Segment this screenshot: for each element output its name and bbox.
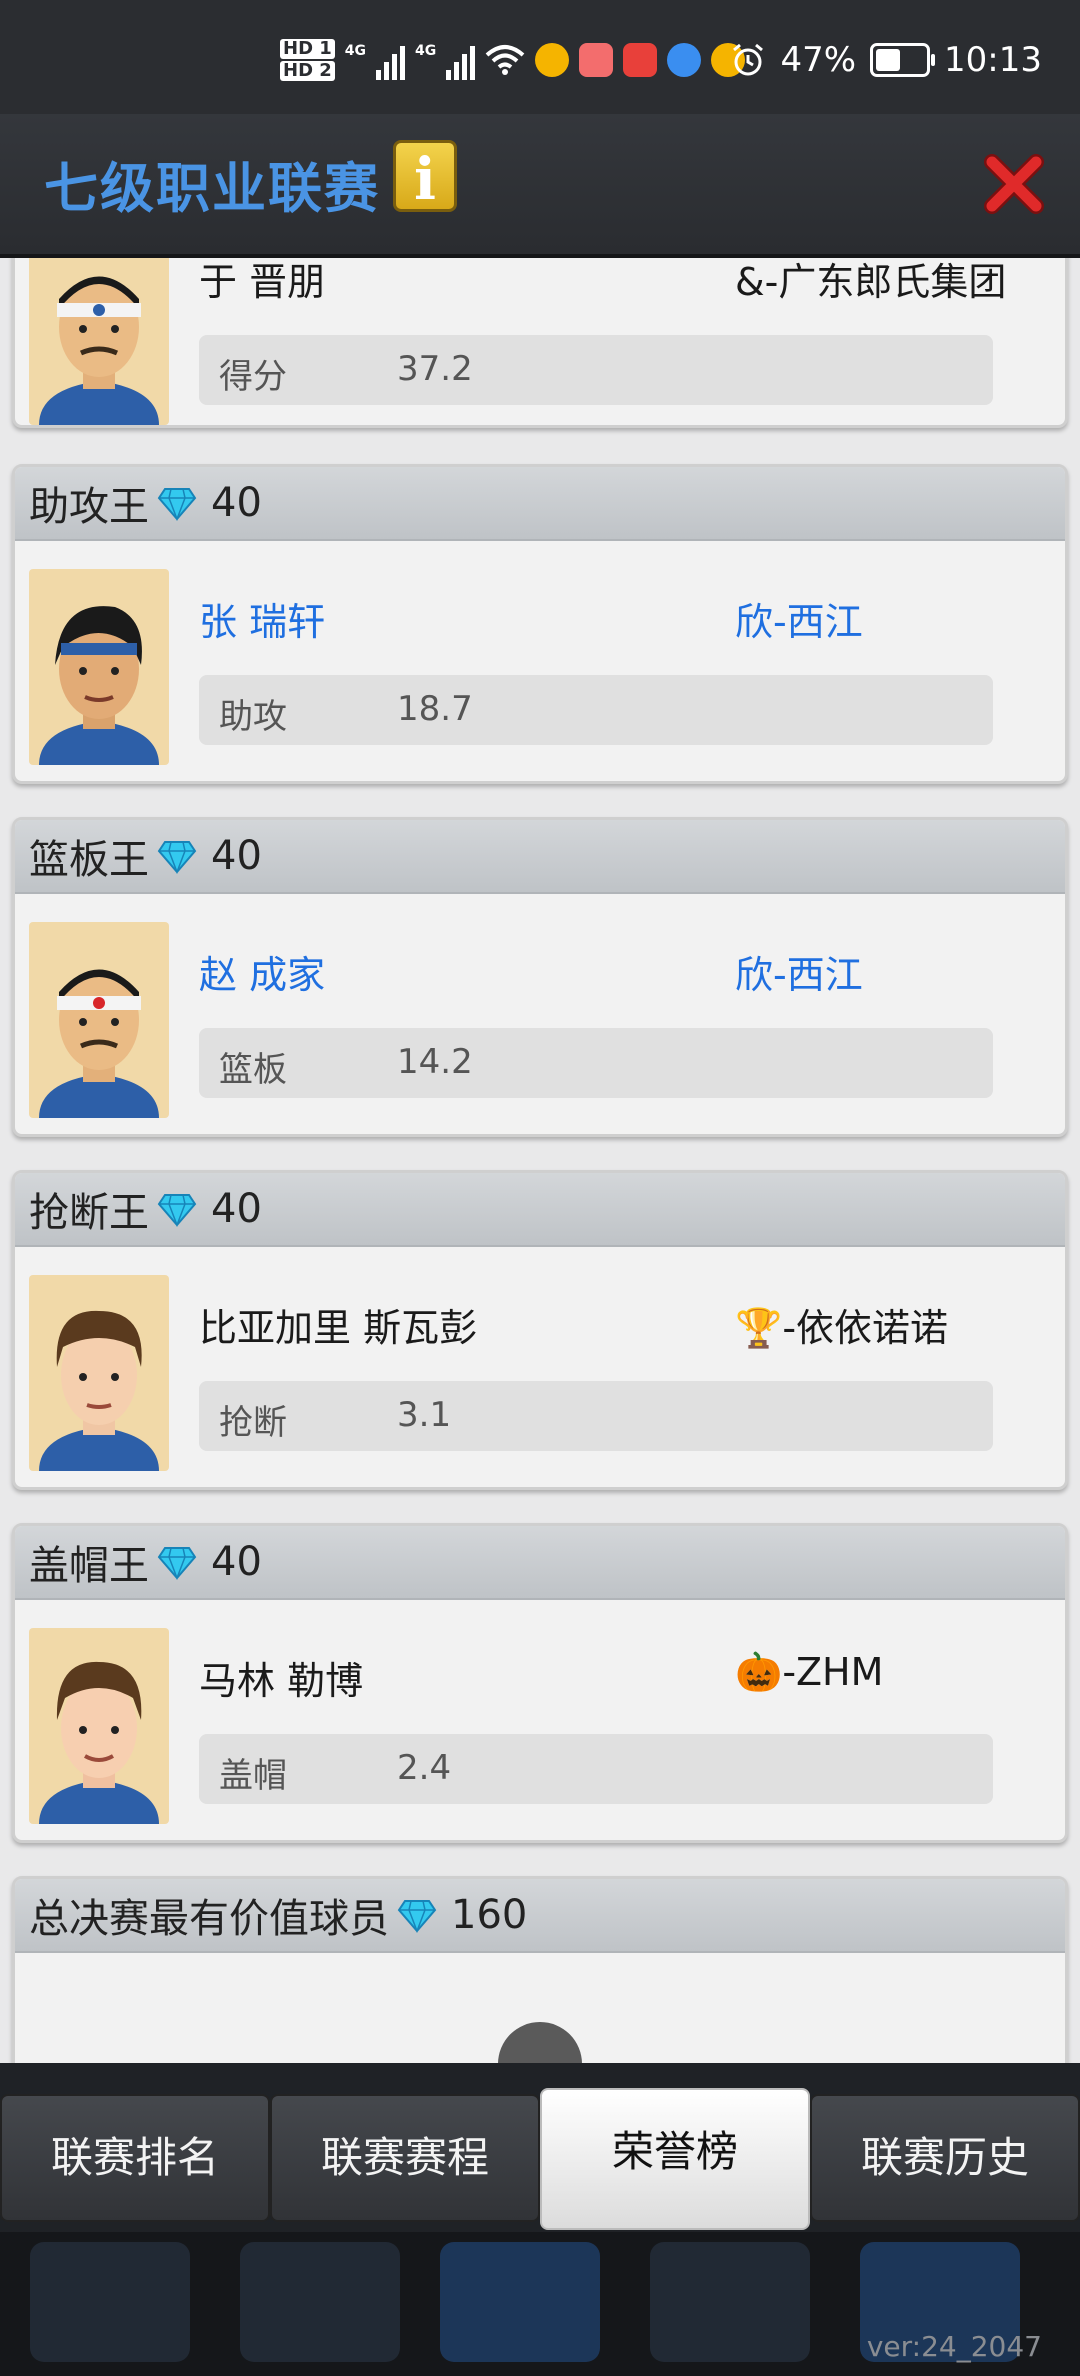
award-reward: 40 xyxy=(211,1539,262,1585)
status-right: 47% 10:13 xyxy=(730,40,1042,80)
stat-box: 助攻 18.7 xyxy=(199,675,993,745)
stat-value: 18.7 xyxy=(397,689,473,729)
player-name[interactable]: 张 瑞轩 xyxy=(199,591,325,646)
award-title: 盖帽王 xyxy=(29,1543,149,1589)
award-header: 总决赛最有价值球员 160 xyxy=(15,1879,1065,1953)
close-icon[interactable] xyxy=(982,152,1046,216)
award-card-assists: 助攻王 40 张 瑞轩 欣-西江 助攻 18.7 xyxy=(12,464,1068,784)
diamond-icon xyxy=(397,1900,437,1934)
stat-box: 篮板 14.2 xyxy=(199,1028,993,1098)
diamond-icon xyxy=(157,1194,197,1228)
browser-app-icon xyxy=(667,43,702,77)
team-name[interactable]: 🏆-依依诺诺 xyxy=(735,1297,948,1352)
player-name[interactable]: 比亚加里 斯瓦彭 xyxy=(199,1297,477,1352)
dock-item xyxy=(440,2242,600,2362)
player-avatar[interactable] xyxy=(29,922,169,1118)
shopping-app-icon xyxy=(579,43,614,77)
award-header: 篮板王 40 xyxy=(15,820,1065,894)
tab-honor-roll[interactable]: 荣誉榜 xyxy=(540,2088,810,2230)
award-title: 抢断王 xyxy=(29,1190,149,1236)
diamond-icon xyxy=(157,1547,197,1581)
stat-label: 盖帽 xyxy=(219,1756,287,1796)
team-name[interactable]: 欣-西江 xyxy=(735,591,863,646)
signal-icon xyxy=(376,40,406,80)
stat-label: 抢断 xyxy=(219,1403,287,1443)
signal-icon-2 xyxy=(446,40,476,80)
player-portrait xyxy=(39,1310,159,1471)
hd1-badge: HD 1 xyxy=(280,39,335,59)
stat-value: 3.1 xyxy=(397,1395,452,1435)
award-header: 助攻王 40 xyxy=(15,467,1065,541)
tab-league-schedule[interactable]: 联赛赛程 xyxy=(270,2094,540,2222)
hd-indicators: HD 1 HD 2 xyxy=(280,38,335,82)
player-avatar[interactable] xyxy=(29,1275,169,1471)
player-avatar[interactable] xyxy=(29,1628,169,1824)
info-button[interactable]: i xyxy=(393,140,457,213)
battery-percent: 47% xyxy=(780,40,857,80)
award-reward: 40 xyxy=(211,1186,262,1232)
award-card-scoring: 于 晋朋 &-广东郎氏集团 得分 37.2 xyxy=(12,258,1068,428)
dock-item xyxy=(650,2242,810,2362)
stat-value: 37.2 xyxy=(397,349,473,389)
league-title: 七级职业联赛 xyxy=(44,157,380,220)
player-portrait xyxy=(39,276,159,425)
award-title: 总决赛最有价值球员 xyxy=(29,1896,389,1942)
player-portrait xyxy=(39,1661,159,1824)
hd2-badge: HD 2 xyxy=(280,61,335,81)
player-name[interactable]: 赵 成家 xyxy=(199,944,325,999)
dock-item xyxy=(240,2242,400,2362)
award-card-blocks: 盖帽王 40 马林 勒博 🎃-ZHM 盖帽 2.4 xyxy=(12,1523,1068,1843)
team-name[interactable]: 🎃-ZHM xyxy=(735,1650,883,1695)
network-type-1: 4G xyxy=(344,43,367,59)
player-portrait xyxy=(39,969,159,1118)
diamond-icon xyxy=(157,841,197,875)
battery-icon xyxy=(870,43,936,77)
weibo-icon xyxy=(535,43,570,77)
status-left: HD 1 HD 2 4G 4G xyxy=(280,38,746,82)
app-header: 七级职业联赛 i xyxy=(0,114,1080,258)
reader-app-icon xyxy=(623,43,658,77)
version-label: ver:24_2047 xyxy=(866,2330,1042,2363)
network-type-2: 4G xyxy=(415,43,437,59)
award-reward: 40 xyxy=(211,833,262,879)
award-title: 助攻王 xyxy=(29,484,149,530)
player-avatar[interactable] xyxy=(29,258,169,425)
player-portrait xyxy=(39,606,159,765)
player-avatar[interactable] xyxy=(29,569,169,765)
award-card-steals: 抢断王 40 比亚加里 斯瓦彭 🏆-依依诺诺 抢断 3.1 xyxy=(12,1170,1068,1490)
dock-item xyxy=(30,2242,190,2362)
award-header: 盖帽王 40 xyxy=(15,1526,1065,1600)
team-name[interactable]: 欣-西江 xyxy=(735,944,863,999)
clock-time: 10:13 xyxy=(944,40,1042,80)
team-name[interactable]: &-广东郎氏集团 xyxy=(735,258,1006,306)
stat-box: 抢断 3.1 xyxy=(199,1381,993,1451)
award-reward: 40 xyxy=(211,480,262,526)
stat-value: 14.2 xyxy=(397,1042,473,1082)
award-reward: 160 xyxy=(451,1892,528,1938)
stat-label: 篮板 xyxy=(219,1050,287,1090)
bottom-tab-bar: 联赛排名 联赛赛程 荣誉榜 联赛历史 xyxy=(0,2088,1080,2230)
stat-label: 得分 xyxy=(219,357,287,397)
wifi-icon xyxy=(485,45,525,75)
tab-league-history[interactable]: 联赛历史 xyxy=(810,2094,1080,2222)
alarm-icon xyxy=(733,43,764,76)
stat-box: 盖帽 2.4 xyxy=(199,1734,993,1804)
award-header: 抢断王 40 xyxy=(15,1173,1065,1247)
tab-league-ranking[interactable]: 联赛排名 xyxy=(0,2094,270,2222)
stat-box: 得分 37.2 xyxy=(199,335,993,405)
stat-label: 助攻 xyxy=(219,697,287,737)
player-name[interactable]: 马林 勒博 xyxy=(199,1650,363,1705)
honor-list[interactable]: 于 晋朋 &-广东郎氏集团 得分 37.2 助攻王 40 张 瑞轩 欣-西江 助… xyxy=(0,258,1080,2063)
award-title: 篮板王 xyxy=(29,837,149,883)
award-card-rebounds: 篮板王 40 赵 成家 欣-西江 篮板 14.2 xyxy=(12,817,1068,1137)
player-name[interactable]: 于 晋朋 xyxy=(199,258,325,306)
diamond-icon xyxy=(157,488,197,522)
status-bar: HD 1 HD 2 4G 4G 47% 10:13 xyxy=(0,0,1080,114)
stat-value: 2.4 xyxy=(397,1748,452,1788)
